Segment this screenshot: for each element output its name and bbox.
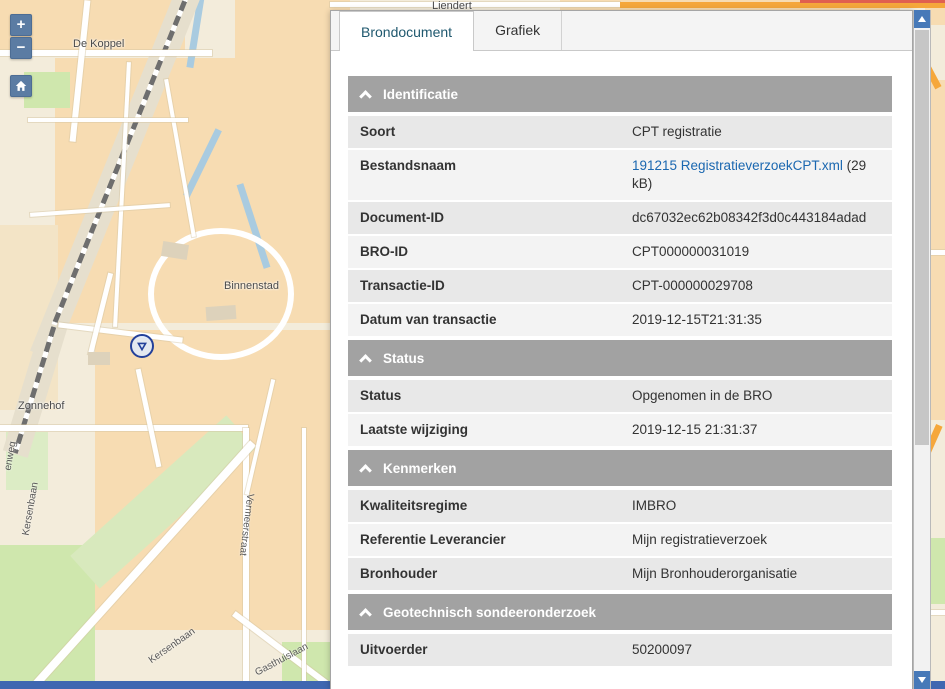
table-row: BronhouderMijn Bronhouderorganisatie bbox=[348, 558, 892, 590]
detail-section: Kenmerken KwaliteitsregimeIMBROReferentie… bbox=[348, 450, 892, 590]
cpt-triangle-icon bbox=[136, 340, 148, 352]
row-value: CPT registratie bbox=[620, 116, 892, 148]
panel-content: Identificatie SoortCPT registratieBestand… bbox=[331, 51, 912, 666]
row-label: Laatste wijziging bbox=[348, 414, 620, 446]
table-row: Referentie LeverancierMijn registratieve… bbox=[348, 524, 892, 556]
chevron-up-icon bbox=[359, 608, 372, 621]
table-row: Transactie-IDCPT-000000029708 bbox=[348, 270, 892, 302]
map-building bbox=[206, 305, 237, 321]
chevron-up-icon bbox=[359, 354, 372, 367]
zoom-in-button[interactable]: + bbox=[10, 14, 32, 36]
row-value: 50200097 bbox=[620, 634, 892, 666]
tab-bar: BrondocumentGrafiek bbox=[331, 11, 912, 51]
row-label: Soort bbox=[348, 116, 620, 148]
home-icon bbox=[14, 79, 28, 93]
scroll-down-icon bbox=[918, 677, 926, 683]
row-value: CPT-000000029708 bbox=[620, 270, 892, 302]
row-value: 191215 RegistratieverzoekCPT.xml (29 kB) bbox=[620, 150, 892, 200]
row-label: Document-ID bbox=[348, 202, 620, 234]
detail-panel: BrondocumentGrafiek IdentificatieSoortCP… bbox=[330, 10, 913, 689]
table-row: StatusOpgenomen in de BRO bbox=[348, 380, 892, 412]
map-area-label: Binnenstad bbox=[224, 280, 279, 292]
map-road-primary bbox=[800, 0, 945, 3]
row-label: BRO-ID bbox=[348, 236, 620, 268]
table-row: KwaliteitsregimeIMBRO bbox=[348, 490, 892, 522]
map-area-label: Zonnehof bbox=[18, 400, 64, 412]
table-row: SoortCPT registratie bbox=[348, 116, 892, 148]
detail-section: StatusStatusOpgenomen in de BROLaatste w… bbox=[348, 340, 892, 446]
zoom-out-button[interactable]: − bbox=[10, 37, 32, 59]
panel-scrollbar[interactable] bbox=[913, 10, 931, 689]
row-value: 2019-12-15 21:31:37 bbox=[620, 414, 892, 446]
scrollbar-thumb[interactable] bbox=[915, 30, 929, 445]
section-title: Geotechnisch sondeeronderzoek bbox=[383, 605, 596, 620]
row-label: Bronhouder bbox=[348, 558, 620, 590]
tab-grafiek[interactable]: Grafiek bbox=[474, 11, 562, 50]
detail-section: Identificatie SoortCPT registratieBestand… bbox=[348, 76, 892, 336]
map-street-label: Kersenbaan bbox=[147, 626, 197, 666]
map-road bbox=[0, 425, 248, 431]
table-row: Uitvoerder50200097 bbox=[348, 634, 892, 666]
map-road bbox=[243, 428, 249, 689]
file-link[interactable]: 191215 RegistratieverzoekCPT.xml bbox=[632, 158, 843, 173]
scroll-up-button[interactable] bbox=[914, 10, 930, 28]
section-rows: Uitvoerder50200097 bbox=[348, 634, 892, 666]
section-header[interactable]: Status bbox=[348, 340, 892, 376]
section-title: Kenmerken bbox=[383, 461, 457, 476]
cpt-marker[interactable] bbox=[130, 334, 154, 358]
table-row: Document-IDdc67032ec62b08342f3d0c443184a… bbox=[348, 202, 892, 234]
table-row: Laatste wijziging2019-12-15 21:31:37 bbox=[348, 414, 892, 446]
table-row: BRO-IDCPT000000031019 bbox=[348, 236, 892, 268]
section-title: Status bbox=[383, 351, 424, 366]
home-button[interactable] bbox=[10, 75, 32, 97]
scroll-up-icon bbox=[918, 16, 926, 22]
table-row: Datum van transactie2019-12-15T21:31:35 bbox=[348, 304, 892, 336]
row-label: Referentie Leverancier bbox=[348, 524, 620, 556]
map-road bbox=[930, 610, 945, 615]
section-header[interactable]: Kenmerken bbox=[348, 450, 892, 486]
tab-brondocument[interactable]: Brondocument bbox=[339, 11, 474, 51]
scroll-down-button[interactable] bbox=[914, 671, 930, 689]
row-value: CPT000000031019 bbox=[620, 236, 892, 268]
row-value: Opgenomen in de BRO bbox=[620, 380, 892, 412]
map-road bbox=[28, 118, 188, 122]
row-value: Mijn registratieverzoek bbox=[620, 524, 892, 556]
row-label: Transactie-ID bbox=[348, 270, 620, 302]
section-rows: StatusOpgenomen in de BROLaatste wijzigi… bbox=[348, 380, 892, 446]
row-label: Uitvoerder bbox=[348, 634, 620, 666]
section-rows: KwaliteitsregimeIMBROReferentie Leveranc… bbox=[348, 490, 892, 590]
row-label: Status bbox=[348, 380, 620, 412]
row-value: IMBRO bbox=[620, 490, 892, 522]
section-rows: SoortCPT registratieBestandsnaam191215 R… bbox=[348, 116, 892, 336]
row-value: dc67032ec62b08342f3d0c443184adad bbox=[620, 202, 892, 234]
row-label: Bestandsnaam bbox=[348, 150, 620, 200]
section-header[interactable]: Identificatie bbox=[348, 76, 892, 112]
row-value: Mijn Bronhouderorganisatie bbox=[620, 558, 892, 590]
row-label: Kwaliteitsregime bbox=[348, 490, 620, 522]
section-header[interactable]: Geotechnisch sondeeronderzoek bbox=[348, 594, 892, 630]
detail-section: Geotechnisch sondeeronderzoek Uitvoerder5… bbox=[348, 594, 892, 666]
map-road bbox=[330, 2, 620, 7]
table-row: Bestandsnaam191215 RegistratieverzoekCPT… bbox=[348, 150, 892, 200]
chevron-up-icon bbox=[359, 464, 372, 477]
row-value: 2019-12-15T21:31:35 bbox=[620, 304, 892, 336]
chevron-up-icon bbox=[359, 90, 372, 103]
section-title: Identificatie bbox=[383, 87, 458, 102]
map-building bbox=[88, 352, 110, 365]
row-label: Datum van transactie bbox=[348, 304, 620, 336]
bro-map-viewer: LiendertDe KoppelBinnenstadZonnehofKerse… bbox=[0, 0, 945, 689]
map-area-label: De Koppel bbox=[73, 38, 124, 50]
